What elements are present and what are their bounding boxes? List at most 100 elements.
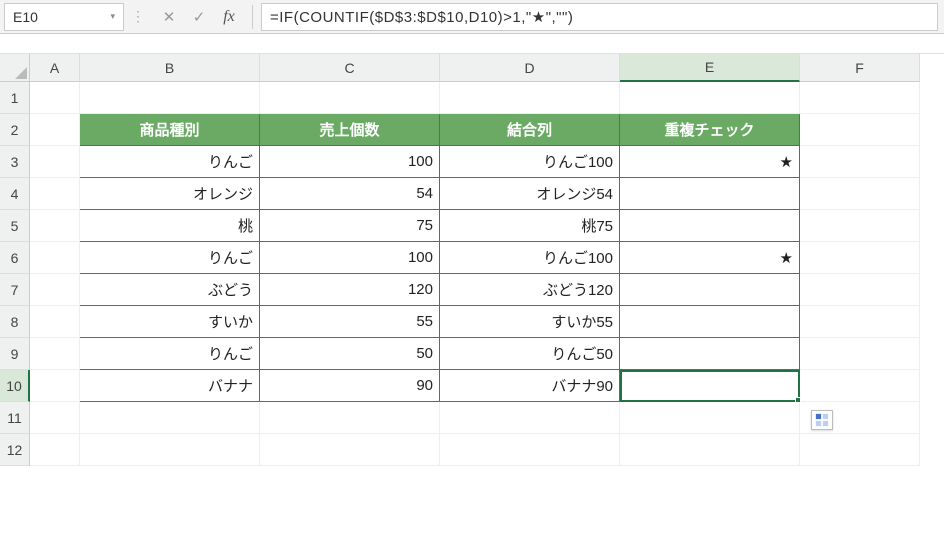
cell[interactable] (800, 242, 920, 274)
cell[interactable]: ★ (620, 146, 800, 178)
row-header[interactable]: 2 (0, 114, 30, 146)
row-header-column: 1 2 3 4 5 6 7 8 9 10 11 12 (0, 54, 30, 466)
cell[interactable] (620, 402, 800, 434)
cell[interactable] (620, 306, 800, 338)
cell[interactable]: バナナ90 (440, 370, 620, 402)
cell[interactable]: りんご100 (440, 146, 620, 178)
cell[interactable] (620, 82, 800, 114)
cell[interactable]: ★ (620, 242, 800, 274)
cancel-icon[interactable]: ✕ (154, 3, 184, 31)
autofill-options-icon[interactable] (811, 410, 833, 430)
row-header[interactable]: 7 (0, 274, 30, 306)
fx-button[interactable]: fx (214, 3, 244, 31)
column-header[interactable]: E (620, 54, 800, 82)
row-header[interactable]: 10 (0, 370, 30, 402)
cell[interactable] (800, 370, 920, 402)
cell[interactable] (80, 402, 260, 434)
cell[interactable] (30, 402, 80, 434)
enter-icon[interactable]: ✓ (184, 3, 214, 31)
cell[interactable] (30, 434, 80, 466)
row-header[interactable]: 8 (0, 306, 30, 338)
cell[interactable] (800, 338, 920, 370)
row-header[interactable]: 5 (0, 210, 30, 242)
cell[interactable] (800, 114, 920, 146)
cell[interactable]: ぶどう (80, 274, 260, 306)
cell[interactable] (800, 146, 920, 178)
column-header[interactable]: B (80, 54, 260, 82)
cell[interactable]: 55 (260, 306, 440, 338)
cell[interactable]: 120 (260, 274, 440, 306)
cell[interactable] (440, 434, 620, 466)
table-header[interactable]: 商品種別 (80, 114, 260, 146)
table-header[interactable]: 売上個数 (260, 114, 440, 146)
table-header[interactable]: 結合列 (440, 114, 620, 146)
cell[interactable] (800, 306, 920, 338)
cell[interactable] (30, 210, 80, 242)
cell[interactable]: 100 (260, 146, 440, 178)
cell[interactable]: 100 (260, 242, 440, 274)
cell[interactable] (800, 434, 920, 466)
cell[interactable] (620, 210, 800, 242)
cell[interactable] (800, 82, 920, 114)
cell[interactable] (620, 178, 800, 210)
cell[interactable] (80, 82, 260, 114)
cell[interactable]: りんご (80, 338, 260, 370)
ribbon-spacer (0, 34, 944, 54)
cell[interactable] (620, 338, 800, 370)
cell[interactable]: りんご (80, 146, 260, 178)
cell[interactable] (80, 434, 260, 466)
name-box[interactable]: E10 ▾ (4, 3, 124, 31)
cell[interactable] (440, 82, 620, 114)
cell[interactable]: りんご50 (440, 338, 620, 370)
cell[interactable] (260, 82, 440, 114)
cell[interactable]: すいか (80, 306, 260, 338)
cell[interactable]: 桃75 (440, 210, 620, 242)
cell[interactable] (800, 210, 920, 242)
cell[interactable] (800, 274, 920, 306)
cell[interactable]: 54 (260, 178, 440, 210)
cell[interactable]: バナナ (80, 370, 260, 402)
cell[interactable] (260, 434, 440, 466)
cell[interactable]: 桃 (80, 210, 260, 242)
cell[interactable]: 75 (260, 210, 440, 242)
row-header[interactable]: 4 (0, 178, 30, 210)
cell[interactable] (30, 114, 80, 146)
formula-input[interactable]: =IF(COUNTIF($D$3:$D$10,D10)>1,"★","") (261, 3, 938, 31)
cell[interactable] (620, 434, 800, 466)
cell[interactable] (30, 242, 80, 274)
column-header[interactable]: F (800, 54, 920, 82)
table-row: ぶどう 120 ぶどう120 (30, 274, 944, 306)
cell[interactable]: ぶどう120 (440, 274, 620, 306)
cell-selected[interactable] (620, 370, 800, 402)
cell[interactable] (30, 306, 80, 338)
cell[interactable] (800, 178, 920, 210)
cell[interactable] (260, 402, 440, 434)
cell[interactable]: すいか55 (440, 306, 620, 338)
cell[interactable] (30, 82, 80, 114)
select-all-corner[interactable] (0, 54, 30, 82)
cell[interactable] (440, 402, 620, 434)
cell[interactable] (30, 178, 80, 210)
cell[interactable]: オレンジ54 (440, 178, 620, 210)
column-header[interactable]: D (440, 54, 620, 82)
chevron-down-icon[interactable]: ▾ (110, 11, 115, 22)
column-header[interactable]: C (260, 54, 440, 82)
row-header[interactable]: 12 (0, 434, 30, 466)
cell[interactable] (30, 338, 80, 370)
row-header[interactable]: 9 (0, 338, 30, 370)
cell[interactable]: 90 (260, 370, 440, 402)
row-header[interactable]: 1 (0, 82, 30, 114)
row-header[interactable]: 3 (0, 146, 30, 178)
cell[interactable]: 50 (260, 338, 440, 370)
table-header[interactable]: 重複チェック (620, 114, 800, 146)
cell[interactable] (30, 274, 80, 306)
row-header[interactable]: 11 (0, 402, 30, 434)
cell[interactable] (30, 370, 80, 402)
cell[interactable]: オレンジ (80, 178, 260, 210)
cell[interactable]: りんご100 (440, 242, 620, 274)
column-header[interactable]: A (30, 54, 80, 82)
row-header[interactable]: 6 (0, 242, 30, 274)
cell[interactable]: りんご (80, 242, 260, 274)
cell[interactable] (30, 146, 80, 178)
cell[interactable] (620, 274, 800, 306)
